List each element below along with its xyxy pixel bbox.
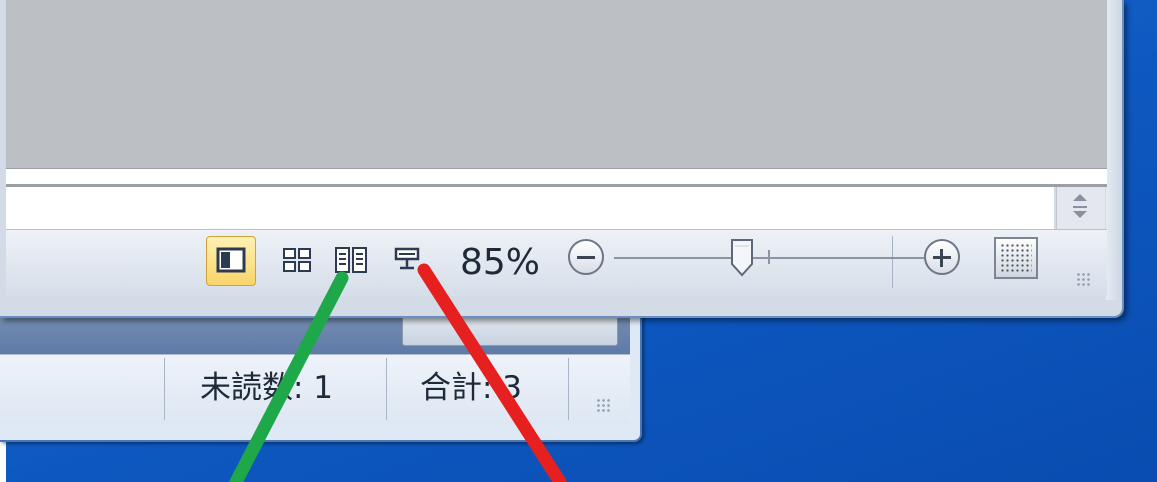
scroll-divider-icon bbox=[1073, 206, 1087, 208]
scroll-down-icon[interactable] bbox=[1073, 211, 1087, 218]
zoom-fit-button[interactable] bbox=[994, 237, 1038, 279]
total-count: 合計: 3 bbox=[420, 370, 523, 406]
minus-icon bbox=[577, 256, 595, 259]
zoom-in-button[interactable] bbox=[924, 239, 960, 275]
print-layout-button[interactable] bbox=[206, 236, 256, 286]
status-bar: 85% bbox=[6, 229, 1107, 296]
front-window: 85% bbox=[0, 0, 1124, 318]
outline-icon bbox=[394, 247, 420, 270]
plus-icon-v bbox=[940, 249, 943, 267]
zoom-slider-thumb[interactable] bbox=[729, 238, 755, 278]
status-separator bbox=[892, 236, 893, 288]
scroll-up-icon[interactable] bbox=[1073, 194, 1087, 201]
resize-grip[interactable] bbox=[1076, 272, 1090, 286]
document-area[interactable] bbox=[6, 0, 1107, 168]
horizontal-scroll-area[interactable] bbox=[6, 187, 1054, 229]
status-separator bbox=[164, 358, 165, 420]
zoom-level-label[interactable]: 85% bbox=[460, 242, 540, 283]
web-layout-button[interactable] bbox=[328, 236, 378, 286]
book-icon bbox=[335, 247, 367, 273]
status-separator bbox=[568, 358, 569, 420]
resize-grip[interactable] bbox=[596, 398, 610, 412]
fit-grid-icon bbox=[1000, 243, 1032, 273]
status-separator bbox=[386, 358, 387, 420]
scroll-arrows[interactable] bbox=[1056, 187, 1105, 229]
print-layout-icon bbox=[216, 247, 246, 273]
window-frame-right bbox=[1106, 0, 1122, 300]
full-screen-reading-button[interactable] bbox=[274, 236, 324, 286]
outline-view-button[interactable] bbox=[384, 236, 434, 286]
unread-count: 未読数: 1 bbox=[200, 370, 334, 406]
back-window: 未読数: 1 合計: 3 bbox=[0, 300, 642, 442]
zoom-out-button[interactable] bbox=[568, 239, 604, 275]
zoom-slider-center-tick bbox=[768, 250, 770, 264]
grid-view-icon bbox=[283, 248, 311, 272]
